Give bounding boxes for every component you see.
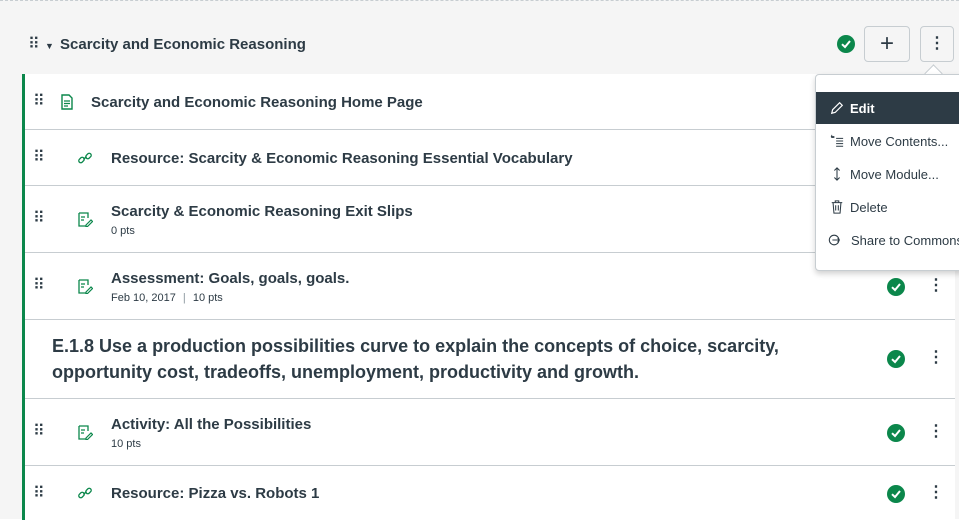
- module: ⠿ ▼ Scarcity and Economic Reasoning + ⋮ …: [0, 0, 959, 524]
- module-header[interactable]: ⠿ ▼ Scarcity and Economic Reasoning + ⋮: [0, 1, 959, 74]
- drag-handle-icon[interactable]: ⠿: [33, 424, 45, 440]
- published-check-icon[interactable]: [837, 35, 855, 53]
- module-title: Scarcity and Economic Reasoning: [60, 36, 306, 53]
- published-check-icon[interactable]: [887, 485, 905, 503]
- page-icon: [59, 94, 75, 110]
- item-options-icon[interactable]: ⋮: [928, 350, 944, 366]
- assignment-icon: [77, 424, 94, 441]
- assignment-icon: [77, 211, 94, 228]
- menu-item-move-contents[interactable]: Move Contents...: [816, 125, 959, 157]
- item-points: 10 pts: [111, 438, 141, 450]
- item-options-icon[interactable]: ⋮: [928, 485, 944, 501]
- module-item-activity[interactable]: ⠿ Activity: All the Possibilities 10 pts…: [25, 399, 955, 466]
- module-options-menu: Edit Move Contents... Move Module... Del…: [815, 74, 959, 271]
- item-options-icon[interactable]: ⋮: [928, 424, 944, 440]
- item-meta: Feb 10, 2017 | 10 pts: [111, 292, 223, 304]
- menu-item-label: Move Module...: [850, 166, 939, 182]
- drag-handle-icon[interactable]: ⠿: [33, 486, 45, 502]
- item-options-icon[interactable]: ⋮: [928, 278, 944, 294]
- trash-icon: [828, 200, 846, 214]
- assignment-icon: [77, 278, 94, 295]
- published-check-icon[interactable]: [887, 350, 905, 368]
- menu-item-label: Edit: [850, 100, 875, 116]
- share-commons-icon: [828, 233, 842, 247]
- add-item-button[interactable]: +: [864, 26, 910, 62]
- item-title[interactable]: Resource: Scarcity & Economic Reasoning …: [111, 150, 573, 167]
- item-points: 10 pts: [192, 292, 223, 304]
- module-item-pizza-robots[interactable]: ⠿ Resource: Pizza vs. Robots 1 ⋮: [25, 466, 955, 524]
- item-title[interactable]: Activity: All the Possibilities: [111, 416, 311, 433]
- published-check-icon[interactable]: [887, 278, 905, 296]
- module-options-button[interactable]: ⋮: [920, 26, 954, 62]
- menu-item-label: Move Contents...: [850, 133, 949, 149]
- move-contents-icon: [828, 134, 846, 148]
- item-title[interactable]: Resource: Pizza vs. Robots 1: [111, 485, 319, 502]
- drag-handle-icon[interactable]: ⠿: [33, 150, 45, 166]
- item-title[interactable]: Scarcity and Economic Reasoning Home Pag…: [91, 94, 423, 111]
- up-down-arrow-icon: [828, 167, 846, 181]
- menu-item-move-module[interactable]: Move Module...: [816, 158, 959, 190]
- collapse-caret-icon[interactable]: ▼: [45, 41, 54, 51]
- menu-item-delete[interactable]: Delete: [816, 191, 959, 223]
- item-points: 0 pts: [111, 225, 135, 237]
- item-due-date: Feb 10, 2017: [111, 292, 176, 304]
- item-title[interactable]: Scarcity & Economic Reasoning Exit Slips: [111, 203, 413, 220]
- menu-item-label: Share to Commons: [851, 232, 959, 248]
- menu-item-share-commons[interactable]: Share to Commons: [816, 224, 959, 256]
- pencil-icon: [828, 101, 846, 115]
- item-header-text: E.1.8 Use a production possibilities cur…: [52, 336, 779, 382]
- drag-handle-icon[interactable]: ⠿: [33, 278, 45, 294]
- drag-handle-icon[interactable]: ⠿: [33, 211, 45, 227]
- link-icon: [77, 150, 93, 166]
- item-title[interactable]: Assessment: Goals, goals, goals.: [111, 270, 349, 287]
- module-item-text-header[interactable]: E.1.8 Use a production possibilities cur…: [25, 320, 955, 399]
- link-icon: [77, 485, 93, 501]
- drag-handle-icon[interactable]: ⠿: [28, 37, 40, 53]
- drag-handle-icon[interactable]: ⠿: [33, 94, 45, 110]
- menu-item-edit[interactable]: Edit: [816, 92, 959, 124]
- menu-item-label: Delete: [850, 199, 888, 215]
- published-check-icon[interactable]: [887, 424, 905, 442]
- meta-separator: |: [182, 292, 186, 304]
